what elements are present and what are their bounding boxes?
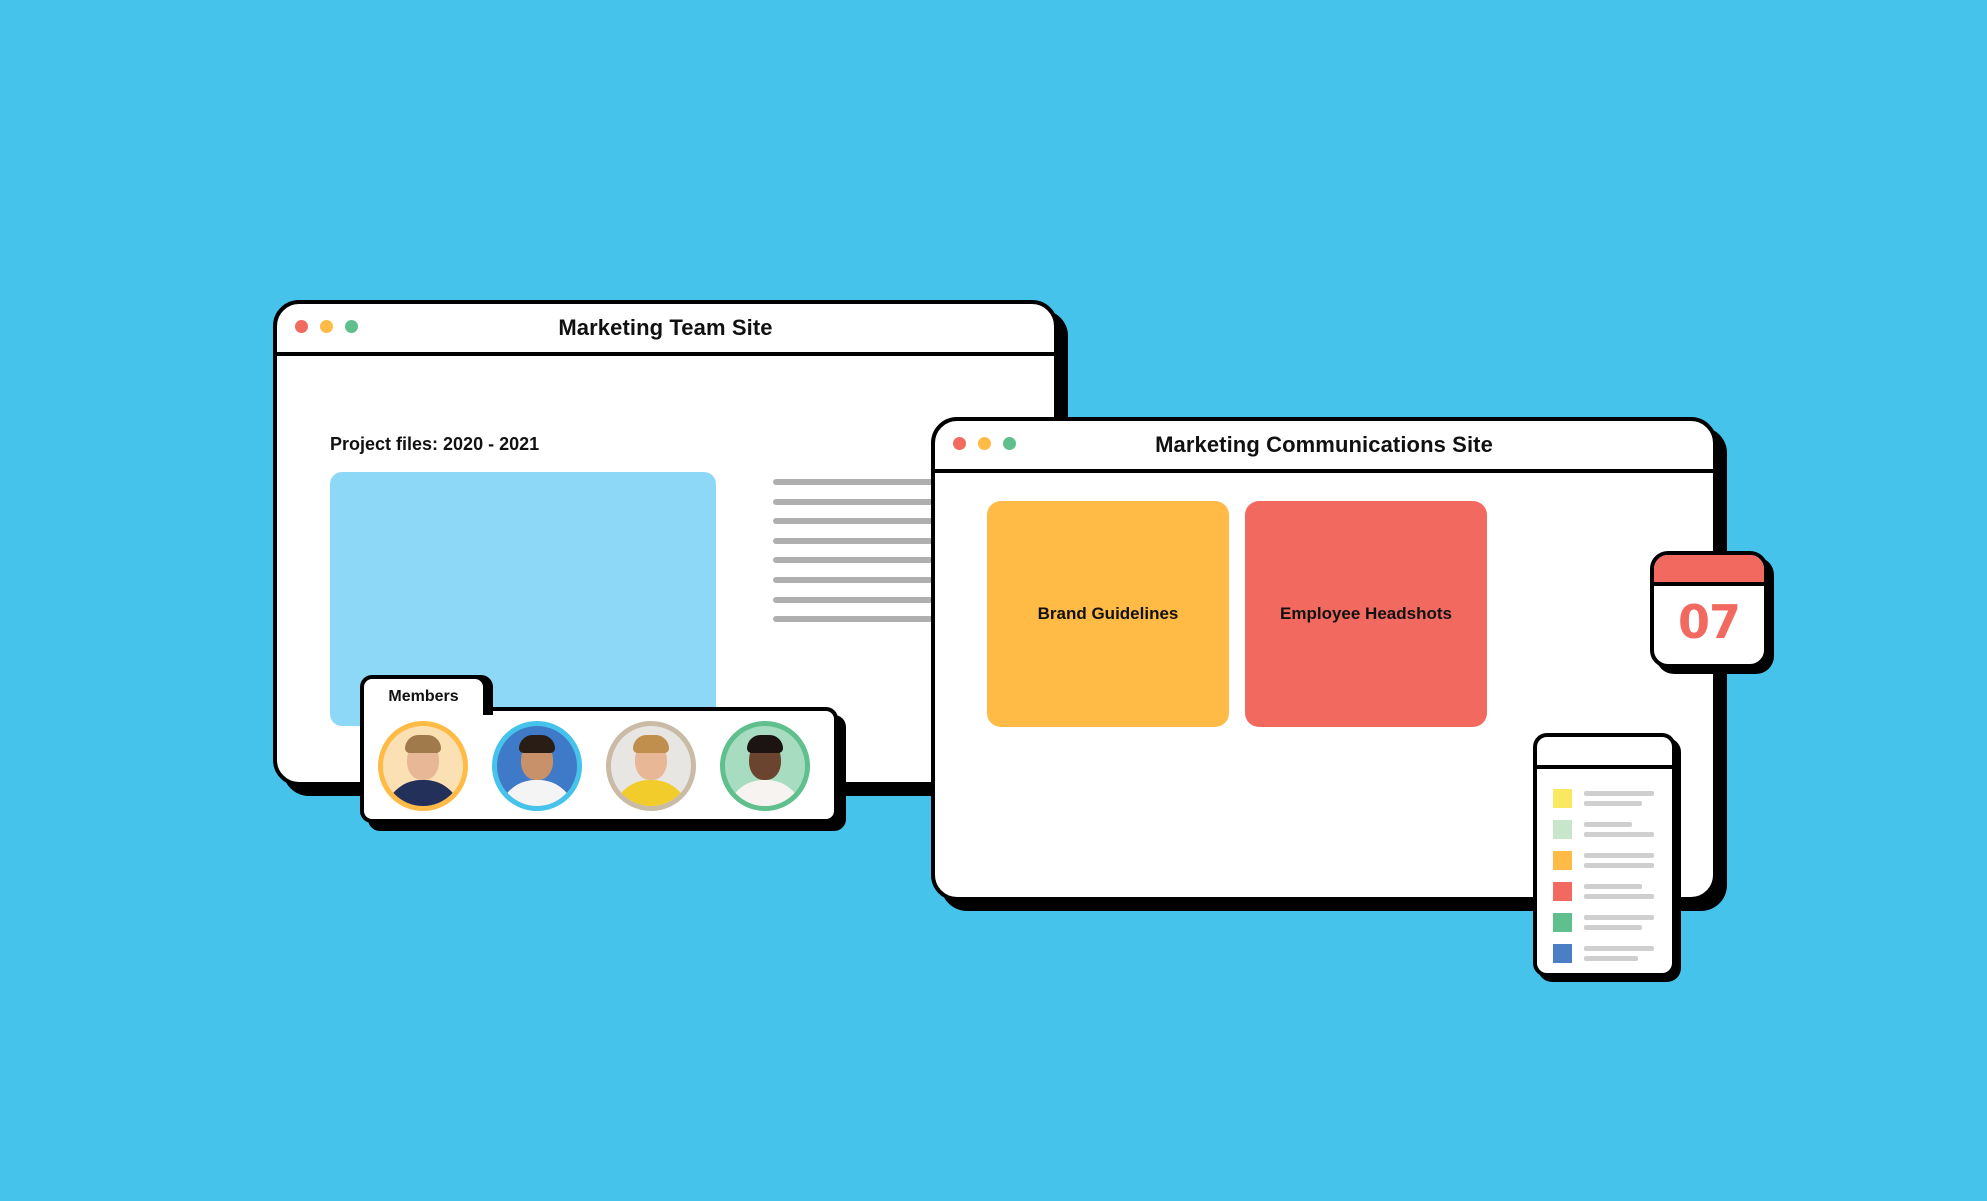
avatar-hair [519, 735, 555, 753]
text-line [1584, 915, 1654, 920]
window-title: Marketing Team Site [558, 315, 773, 340]
text-line [1584, 863, 1654, 868]
title-bar: Marketing Team Site [277, 304, 1054, 356]
color-swatch [1553, 789, 1572, 808]
text-line [773, 498, 943, 505]
maximize-dot-icon[interactable] [1003, 437, 1016, 450]
text-line [773, 557, 943, 564]
employee-headshots-tile[interactable]: Employee Headshots [1245, 501, 1487, 727]
title-bar: Marketing Communications Site [935, 421, 1713, 473]
text-line [773, 518, 943, 525]
avatar[interactable] [492, 721, 582, 811]
avatar-body [613, 780, 689, 806]
color-swatch [1553, 913, 1572, 932]
text-line [1584, 925, 1642, 930]
avatar-body [499, 780, 575, 806]
avatar[interactable] [378, 721, 468, 811]
text-line [773, 537, 943, 544]
avatar-body [727, 780, 803, 806]
color-swatch [1553, 820, 1572, 839]
color-swatch [1553, 882, 1572, 901]
color-swatch [1553, 851, 1572, 870]
calendar-day: 07 [1677, 595, 1741, 649]
members-panel: Members [360, 675, 842, 827]
members-tab-label: Members [388, 688, 459, 705]
text-line [1584, 956, 1638, 961]
project-files-label: Project files: 2020 - 2021 [330, 434, 540, 454]
minimize-dot-icon[interactable] [320, 320, 333, 333]
text-line [1584, 853, 1654, 858]
list-card[interactable] [1533, 733, 1676, 977]
text-line [773, 479, 943, 485]
window-controls [953, 437, 1016, 450]
brand-guidelines-tile[interactable]: Brand Guidelines [987, 501, 1229, 727]
avatar-hair [405, 735, 441, 753]
tile-label: Employee Headshots [1280, 604, 1452, 623]
color-swatch [1553, 944, 1572, 963]
calendar-icon[interactable]: 07 [1650, 551, 1768, 668]
close-dot-icon[interactable] [953, 437, 966, 450]
window-title: Marketing Communications Site [1155, 432, 1493, 457]
tab-joint [364, 705, 483, 715]
list-card-header [1537, 737, 1672, 769]
minimize-dot-icon[interactable] [978, 437, 991, 450]
window-controls [295, 320, 358, 333]
text-line [773, 596, 943, 603]
text-line [1584, 884, 1642, 889]
avatar-hair [633, 735, 669, 753]
text-line [1584, 801, 1642, 806]
text-line [1584, 946, 1654, 951]
text-line [1584, 894, 1654, 899]
text-line [1584, 832, 1654, 837]
text-line [1584, 791, 1654, 796]
text-line [773, 616, 943, 623]
tile-label: Brand Guidelines [1037, 604, 1179, 623]
text-line [1584, 822, 1632, 827]
maximize-dot-icon[interactable] [345, 320, 358, 333]
avatar-row [378, 721, 810, 811]
avatar[interactable] [720, 721, 810, 811]
avatar-hair [747, 735, 783, 753]
text-placeholder-lines [773, 479, 943, 636]
calendar-header [1654, 555, 1764, 586]
avatar[interactable] [606, 721, 696, 811]
avatar-body [385, 780, 461, 806]
text-line [773, 576, 943, 583]
close-dot-icon[interactable] [295, 320, 308, 333]
